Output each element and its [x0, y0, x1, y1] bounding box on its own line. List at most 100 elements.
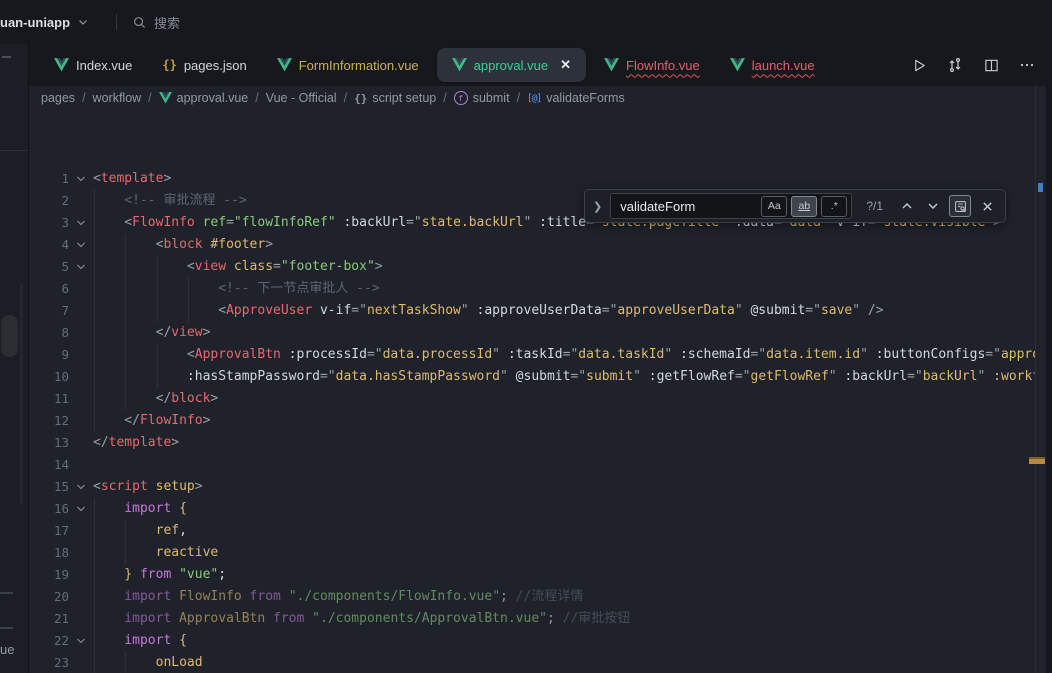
code-line-7[interactable]: 7 <ApproveUser v-if="nextTaskShow" :appr…	[29, 300, 1052, 322]
find-input[interactable]: validateForm Aaab.*	[610, 193, 852, 219]
line-content: reactive	[93, 542, 1052, 564]
code-line-10[interactable]: 10 :hasStampPassword="data.hasStampPassw…	[29, 366, 1052, 388]
global-search[interactable]: 搜索	[133, 13, 180, 32]
fold-chevron-icon[interactable]	[69, 212, 93, 234]
code-line-9[interactable]: 9 <ApprovalBtn :processId="data.processI…	[29, 344, 1052, 366]
next-match-button[interactable]	[923, 196, 943, 216]
chevron-up-icon	[901, 200, 913, 212]
code-line-11[interactable]: 11 </block>	[29, 388, 1052, 410]
selection-find-icon	[954, 200, 967, 213]
code-editor[interactable]: 1<template>2 <!-- 审批流程 -->3 <FlowInfo re…	[29, 110, 1052, 673]
find-in-selection-button[interactable]	[949, 195, 971, 217]
window-edge-strip	[1046, 86, 1052, 673]
code-line-23[interactable]: 23 onLoad	[29, 652, 1052, 673]
fold-gutter	[69, 586, 93, 608]
breadcrumb-label: validateForms	[546, 91, 625, 105]
line-content: import ApprovalBtn from "./components/Ap…	[93, 608, 1052, 630]
line-number: 18	[29, 542, 69, 564]
tab-Index.vue[interactable]: Index.vue	[39, 44, 147, 86]
breadcrumb-item-pages[interactable]: pages	[41, 91, 75, 105]
line-number: 5	[29, 256, 69, 278]
more-actions-button[interactable]	[1014, 52, 1040, 78]
breadcrumb-item-submit[interactable]: fsubmit	[454, 91, 510, 105]
line-content: <!-- 下一节点审批人 -->	[93, 278, 1052, 300]
breadcrumb-separator: /	[82, 91, 85, 105]
code-line-5[interactable]: 5 <view class="footer-box">	[29, 256, 1052, 278]
code-line-22[interactable]: 22 import {	[29, 630, 1052, 652]
sidebar-filename-fragment[interactable]: ue	[0, 642, 14, 657]
match-case-toggle[interactable]: Aa	[761, 196, 787, 217]
fold-chevron-icon[interactable]	[69, 168, 93, 190]
code-line-12[interactable]: 12 </FlowInfo>	[29, 410, 1052, 432]
breadcrumb-item-approval.vue[interactable]: approval.vue	[159, 91, 249, 105]
indent-guide	[94, 212, 95, 234]
code-line-15[interactable]: 15<script setup>	[29, 476, 1052, 498]
find-expand-chevron-icon[interactable]: ❯	[593, 200, 602, 213]
line-content: <block #footer>	[93, 234, 1052, 256]
indent-guide	[94, 234, 95, 256]
indent-guide	[125, 344, 126, 366]
tab-FlowInfo.vue[interactable]: FlowInfo.vue	[589, 44, 715, 86]
ellipsis-icon	[1019, 57, 1035, 73]
fold-chevron-icon[interactable]	[69, 630, 93, 652]
titlebar-divider	[116, 14, 117, 30]
tab-label: FlowInfo.vue	[626, 58, 700, 73]
breadcrumb-item-validateforms[interactable]: [@]validateForms	[527, 91, 625, 105]
fold-chevron-icon[interactable]	[69, 498, 93, 520]
close-icon[interactable]: ✕	[560, 57, 571, 73]
sidebar-scrollbar-thumb[interactable]	[1, 315, 18, 357]
line-number: 2	[29, 190, 69, 212]
code-line-18[interactable]: 18 reactive	[29, 542, 1052, 564]
fold-chevron-icon[interactable]	[69, 234, 93, 256]
code-line-17[interactable]: 17 ref,	[29, 520, 1052, 542]
fold-chevron-icon[interactable]	[69, 476, 93, 498]
braces-icon: {}	[354, 92, 367, 105]
find-query-text[interactable]: validateForm	[620, 199, 757, 214]
breadcrumb-item-workflow[interactable]: workflow	[93, 91, 142, 105]
code-line-19[interactable]: 19 } from "vue";	[29, 564, 1052, 586]
tab-label: launch.vue	[752, 58, 815, 73]
overview-ruler[interactable]	[1035, 86, 1046, 673]
breadcrumb-item-vue---official[interactable]: Vue - Official	[266, 91, 337, 105]
code-line-16[interactable]: 16 import {	[29, 498, 1052, 520]
chevron-down-icon[interactable]	[78, 17, 88, 27]
code-line-14[interactable]: 14	[29, 454, 1052, 476]
regex-toggle[interactable]: .*	[821, 196, 847, 217]
search-icon	[133, 16, 146, 29]
whole-word-toggle[interactable]: ab	[791, 196, 817, 217]
breadcrumb-item-script-setup[interactable]: {}script setup	[354, 91, 436, 105]
code-line-8[interactable]: 8 </view>	[29, 322, 1052, 344]
fold-chevron-icon[interactable]	[69, 256, 93, 278]
tab-pages.json[interactable]: {}pages.json	[147, 44, 261, 86]
tab-launch.vue[interactable]: launch.vue	[715, 44, 830, 86]
indent-guide	[125, 256, 126, 278]
close-find-button[interactable]	[977, 196, 997, 216]
code-line-13[interactable]: 13</template>	[29, 432, 1052, 454]
breadcrumb: pages/workflow/approval.vue/Vue - Offici…	[29, 86, 1052, 110]
fold-gutter	[69, 520, 93, 542]
code-line-1[interactable]: 1<template>	[29, 168, 1052, 190]
editor-group: Index.vue{}pages.jsonFormInformation.vue…	[29, 44, 1052, 673]
code-line-21[interactable]: 21 import ApprovalBtn from "./components…	[29, 608, 1052, 630]
sidebar-sliver: ue	[0, 44, 29, 673]
code-line-4[interactable]: 4 <block #footer>	[29, 234, 1052, 256]
previous-match-button[interactable]	[897, 196, 917, 216]
project-name[interactable]: uan-uniapp	[0, 15, 70, 30]
code-line-6[interactable]: 6 <!-- 下一节点审批人 -->	[29, 278, 1052, 300]
run-button[interactable]	[906, 52, 932, 78]
tab-approval.vue[interactable]: approval.vue✕	[437, 48, 586, 82]
find-buttons	[897, 195, 997, 217]
editor-actions	[906, 52, 1052, 78]
indent-guide	[94, 190, 95, 212]
indent-guide	[94, 520, 95, 542]
split-editor-button[interactable]	[978, 52, 1004, 78]
sidebar-divider	[0, 150, 28, 151]
tab-FormInformation.vue[interactable]: FormInformation.vue	[262, 44, 434, 86]
line-content: :hasStampPassword="data.hasStampPassword…	[93, 366, 1052, 388]
code-line-20[interactable]: 20 import FlowInfo from "./components/Fl…	[29, 586, 1052, 608]
vue-icon	[604, 58, 619, 72]
fold-gutter	[69, 454, 93, 476]
line-number: 6	[29, 278, 69, 300]
compare-changes-button[interactable]	[942, 52, 968, 78]
chevron-down-icon	[927, 200, 939, 212]
